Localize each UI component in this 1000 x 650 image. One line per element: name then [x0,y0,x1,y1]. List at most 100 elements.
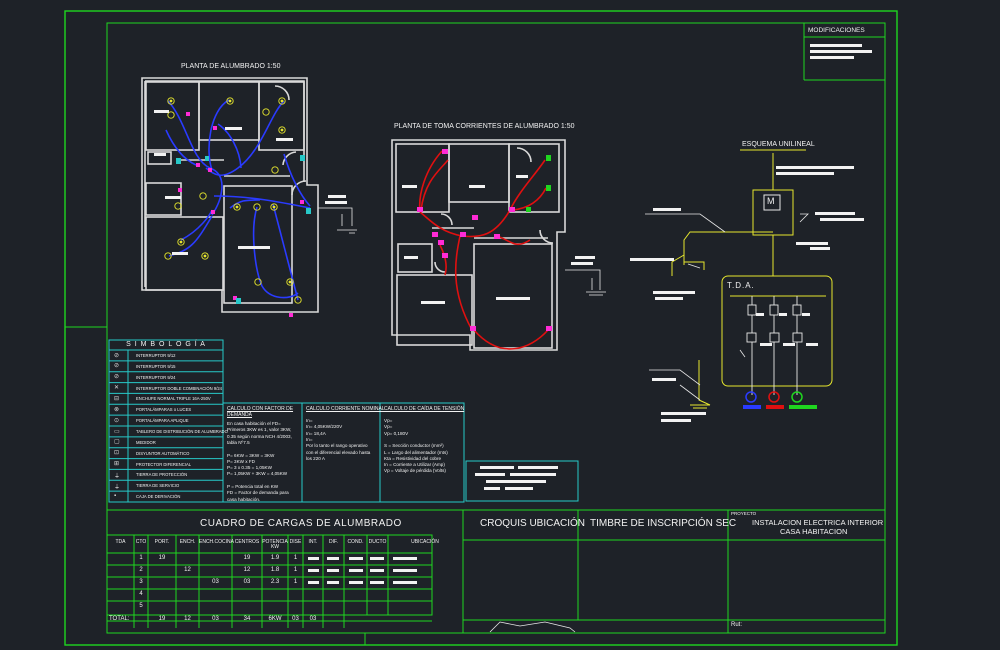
calc-line: Vp = Voltaje de pérdida (Volts) [384,468,446,474]
simbologia-item: INTERRUPTOR 9/15 [136,363,176,369]
cuadro-header-cell: UBICACIÓN [411,539,439,545]
simbologia-symbol-icon: ⏚ [114,473,121,480]
calc-line: Vp= 0,180V [384,430,409,436]
calc-line: In= 18,4A [306,430,326,436]
simbologia-item: INTERRUPTOR 9/24 [136,374,176,380]
calc-line: con el diferencial elevado hasta [306,449,371,455]
simbologia-symbol-icon: ⏚ [114,484,121,491]
cuadro-header-cell: ENCH.COCINA [199,539,235,545]
simbologia-symbol-icon: ⊞ [114,461,120,468]
calc-line: FD = Factor de demanda para [227,490,289,496]
calc-line: Kta = Resistividad del cobre [384,455,442,461]
cuadro-header-cell: CENTROS [234,539,260,545]
simbologia-symbol-icon: ⊙ [114,417,120,424]
mods-redacted [810,50,872,53]
calc-line: los 220 A [306,455,325,461]
cuadro-cell: 1.8 [270,567,280,573]
calc-line: P= 6KW = 3KW = 3KW [227,452,275,458]
calc-line: In= [306,418,313,423]
calc-line: tabla Nº7.5 [227,439,250,445]
calc-line: Vp= [384,424,393,430]
cuadro-redacted-cells [308,557,417,584]
cuadro-total-cell: 34 [243,616,251,622]
calc-line: P = Potencia total en KW [227,484,279,489]
mods-redacted [810,44,862,47]
simbologia-item: INTERRUPTOR DOBLE COMBINACIÓN 9/24 [136,385,223,391]
proyecto-label: PROYECTO [731,511,757,516]
simbologia-item: MEDIDOR [136,439,156,445]
simbologia-symbol-icon: ⊘ [114,374,120,381]
drawing-canvas [64,10,898,646]
cuadro-cell: 2 [139,567,143,573]
cuadro-header-cell: POTENCIA KW [262,539,288,550]
cuadro-cell: 19 [243,555,251,561]
cuadro-cell: 03 [212,579,219,585]
outer-frame [64,10,898,646]
croquis-map-sketch [489,621,576,633]
cuadro-total-cell: 19 [158,616,166,622]
cuadro-cell: 12 [243,567,251,573]
single-line-title: ESQUEMA UNILINEAL [742,141,815,148]
calc-in-title: CALCULO CORRIENTE NOMINAL [306,406,385,412]
cuadro-cell: 4 [139,591,143,597]
calc-line: 0.35 según norma NCH 4/2003, [227,433,292,439]
cuadro-total-cell: 03 [309,616,317,622]
simbologia-item: PORTALÁMPARAS o LUCES [136,407,192,413]
calc-line: Primeros 3KW es 1, valor 3KW, [227,427,292,433]
calc-line: P= 3 x 0.35 = 1,05KW [227,465,272,471]
calc-line: casa habitación. [227,496,261,502]
cuadro-header-cell: INT. [308,539,318,545]
calc-vp-title: CALCULO DE CAÍDA DE TENSIÓN [384,406,465,412]
calc-line: In= 4,05KW/220V [306,424,343,430]
cuadro-cell: 1 [293,567,298,573]
simbologia-symbol-icon: ⊘ [114,352,120,359]
calc-line: L = Largo del alimentador (mts) [384,449,448,455]
cuadro-cell: 19 [158,555,166,561]
calc-line: In= [306,436,313,442]
cuadro-total-cell: 03 [292,616,299,622]
simbologia-item: TABLERO DE DISTRIBUCIÓN DE ALUMBRADO [136,429,228,434]
calc-line: In = Corriente a Utilizar (Amp) [384,462,445,468]
cuadro-header-cell: COND. [347,539,364,545]
simbologia-symbol-icon: ✕ [114,385,120,392]
lighting-floor-plan [141,77,357,317]
cuadro-cell: 1 [293,555,298,561]
outlets-plan-title: PLANTA DE TOMA CORRIENTES DE ALUMBRADO 1… [394,123,575,130]
simbologia-item: DISYUNTOR AUTOMÁTICO [136,450,190,456]
simbologia-symbol-icon: ⊟ [114,395,120,402]
simbologia-symbol-icon: ⊘ [114,363,120,370]
timbre-label: TIMBRE DE INSCRIPCIÓN SEC [590,518,737,529]
simbologia-symbol-icon: ▭ [114,428,120,435]
calc-line: P= 3KW x FD [227,458,255,464]
cuadro-header-cell: PORT. [154,539,170,545]
simbologia-symbol-icon: ▪ [114,492,117,499]
cuadro-cell: 2.3 [270,579,280,585]
rut-label: Rut: [731,622,743,628]
simbologia-item: PORTALÁMPARA APLIQUE [136,418,189,424]
simbologia-symbol-icon: ⊗ [114,406,120,413]
calc-line: P= 1,05KW + 3KW = 4,05KW [227,471,288,477]
simbologia-item: ENCHUFE NORMAL TRIPLE 16A-250V [136,396,211,402]
cuadro-cell: 1 [293,579,298,585]
cuadro-total-cell: 03 [212,616,219,622]
simbologia-item: PROTECTOR DIFERENCIAL [136,461,192,467]
cuadro-total-cell: 12 [184,616,191,622]
proyecto-line-2: CASA HABITACION [780,527,848,536]
simbologia-title: S I M B O L O G Í A [126,341,206,348]
cuadro-total-cell: TOTAL: [109,616,130,622]
cuadro-header-cell: DIF. [329,539,338,545]
cuadro-header-cell: CTO [135,539,147,545]
calc-line: Vp= [384,418,393,423]
simbologia-item: INTERRUPTOR 9/12 [136,353,176,358]
croquis-label: CROQUIS UBICACIÓN [480,518,586,529]
cuadro-title: CUADRO DE CARGAS DE ALUMBRADO [200,518,402,529]
cuadro-cell: 1.9 [270,555,280,561]
notes-redacted [475,466,558,490]
outlets-floor-plan [391,139,606,351]
cuadro-header-cell: DISE [289,539,302,545]
cuadro-cell: 12 [184,567,191,573]
cuadro-cell: 3 [139,579,143,585]
cuadro-header-cell: ENCH. [179,539,196,545]
calc-line: Por lo tanto el rango operativo [306,443,368,449]
simbologia-symbol-icon: ▢ [114,439,120,446]
